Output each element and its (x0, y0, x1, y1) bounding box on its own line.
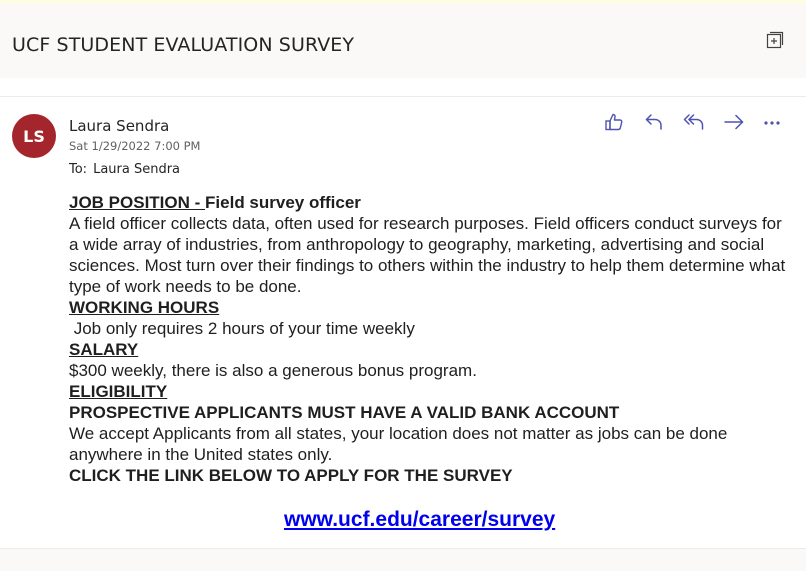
reply-all-icon (683, 114, 704, 130)
job-position-line: JOB POSITION - Field survey officer (69, 192, 789, 213)
avatar-initials: LS (23, 126, 45, 146)
recipient-name[interactable]: Laura Sendra (93, 162, 180, 177)
salary-text: $300 weekly, there is also a generous bo… (69, 361, 477, 380)
to-label: To: (69, 162, 88, 177)
reply-icon (645, 114, 662, 130)
eligibility-text: We accept Applicants from all states, yo… (69, 424, 728, 464)
working-hours-heading: WORKING HOURS (69, 298, 220, 317)
email-subject: UCF STUDENT EVALUATION SURVEY (12, 34, 355, 56)
bottom-bar (0, 548, 806, 571)
working-hours-text: Job only requires 2 hours of your time w… (69, 319, 415, 338)
like-icon (605, 113, 623, 131)
open-in-new-window-icon[interactable] (766, 31, 784, 49)
sent-date: Sat 1/29/2022 7:00 PM (69, 139, 201, 153)
message-body: JOB POSITION - Field survey officer A fi… (69, 192, 789, 486)
reply-all-button[interactable] (680, 108, 708, 136)
reply-button[interactable] (640, 108, 668, 136)
sender-name[interactable]: Laura Sendra (69, 117, 169, 135)
eligibility-requirement: PROSPECTIVE APPLICANTS MUST HAVE A VALID… (69, 403, 620, 422)
job-position-value: Field survey officer (205, 193, 361, 212)
survey-link[interactable]: www.ucf.edu/career/survey (284, 508, 555, 531)
header-divider (0, 96, 806, 97)
like-button[interactable] (600, 108, 628, 136)
survey-link-container: www.ucf.edu/career/survey (284, 508, 555, 532)
eligibility-heading: ELIGIBILITY (69, 382, 168, 401)
more-actions-button[interactable] (758, 108, 786, 136)
subject-bar: UCF STUDENT EVALUATION SURVEY (0, 4, 806, 78)
forward-icon (724, 114, 744, 130)
job-description: A field officer collects data, often use… (69, 214, 786, 296)
forward-button[interactable] (720, 108, 748, 136)
avatar[interactable]: LS (12, 114, 56, 158)
more-icon (764, 121, 780, 125)
recipient-line: To: Laura Sendra (69, 162, 180, 177)
job-position-label: JOB POSITION - (69, 193, 206, 212)
call-to-action: CLICK THE LINK BELOW TO APPLY FOR THE SU… (69, 466, 513, 485)
salary-heading: SALARY (69, 340, 139, 359)
